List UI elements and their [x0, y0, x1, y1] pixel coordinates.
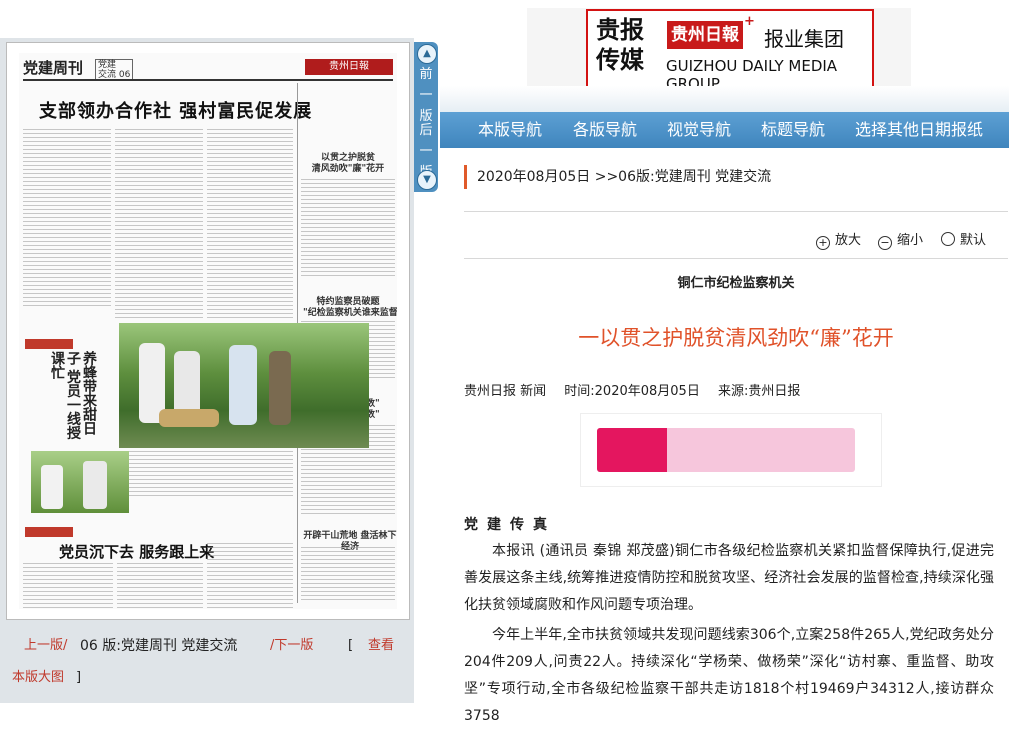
beekeeping-photo-small	[31, 451, 129, 513]
divider	[464, 258, 1008, 259]
minus-circle-icon: −	[878, 236, 892, 250]
current-edition-label: 06 版:党建周刊 党建交流	[80, 638, 238, 654]
article-title: 一以贯之护脱贫清风劲吹“廉”花开	[578, 326, 894, 350]
zoom-out-label: 缩小	[897, 233, 924, 248]
newspaper-page-image[interactable]: 党建周刊 党建 交流 06 贵州日報 支部领办合作社 强村富民促发展 以贯之护脱…	[19, 53, 397, 609]
zoom-controls: + 放大 − 缩小 默认	[464, 225, 1008, 255]
paper-header-code: 党建 交流 06	[95, 59, 134, 81]
circle-icon	[941, 232, 955, 246]
view-large-link[interactable]: 查看	[368, 630, 394, 662]
nav-shadow	[440, 86, 1009, 112]
paper-header-logo: 贵州日報	[305, 59, 393, 75]
nav-visual[interactable]: 视觉导航	[667, 112, 731, 148]
beekeeping-photo	[119, 323, 369, 448]
text-block	[301, 547, 395, 603]
paper-main-headline[interactable]: 支部领办合作社 强村富民促发展	[39, 97, 312, 123]
plus-circle-icon: +	[816, 236, 830, 250]
paper-col-headline-2[interactable]: 特约监察员破题 "纪检监察机关谁来监督"	[303, 297, 397, 319]
section-tag	[25, 527, 73, 537]
text-block	[115, 129, 203, 319]
chevron-up-icon[interactable]: ▲	[417, 44, 437, 64]
text-block	[207, 543, 293, 609]
nav-titles[interactable]: 标题导航	[761, 112, 825, 148]
article-kicker: 铜仁市纪检监察机关	[677, 276, 795, 291]
nav-all-editions[interactable]: 各版导航	[573, 112, 637, 148]
paper-header-title: 党建周刊	[23, 59, 84, 77]
paper-sub-headline[interactable]: 党员沉下去 服务跟上来	[59, 541, 214, 562]
article-paragraph-1: 本报讯 (通讯员 秦锦 郑茂盛)铜仁市各级纪检监察机关紧扣监督保障执行,促进完善…	[464, 543, 994, 613]
nav-other-dates[interactable]: 选择其他日期报纸	[855, 112, 983, 148]
zoom-in-label: 放大	[835, 233, 862, 248]
article-origin: 来源:贵州日报	[717, 384, 801, 399]
bracket-open: [	[348, 638, 354, 653]
newspaper-page-frame: 党建周刊 党建 交流 06 贵州日報 支部领办合作社 强村富民促发展 以贯之护脱…	[6, 42, 410, 620]
logo-plus: +	[744, 14, 755, 29]
article-time: 时间:2020年08月05日	[564, 384, 700, 399]
text-block	[23, 129, 111, 309]
edition-switch-tab: ▲ 前 一 版 后 一 版 ▼	[414, 42, 438, 192]
prev-edition-button[interactable]: 上一版/	[24, 630, 67, 662]
breadcrumb: 2020年08月05日 >>06版:党建周刊 党建交流	[464, 165, 771, 189]
chevron-down-icon[interactable]: ▼	[417, 170, 437, 190]
media-group-logo: 贵报 传媒 贵州日報 + 报业集团 GUIZHOU DAILY MEDIA GR…	[527, 8, 911, 93]
image-banner-accent	[597, 428, 667, 472]
article-paragraph-2: 今年上半年,全市扶贫领域共发现问题线索306个,立案258件265人,党纪政务处…	[464, 627, 994, 724]
zoom-in-button[interactable]: + 放大	[816, 229, 861, 250]
nav-this-edition[interactable]: 本版导航	[478, 112, 542, 148]
text-block	[117, 563, 203, 609]
bracket-close: ]	[76, 670, 82, 685]
paper-col-headline-1[interactable]: 以贯之护脱贫 清风劲吹"廉"花开	[303, 153, 393, 175]
logo-guizhou-ribao: 贵州日報	[667, 21, 743, 49]
zoom-default-button[interactable]: 默认	[941, 229, 986, 248]
section-tag	[25, 339, 73, 349]
text-block	[23, 563, 113, 609]
zoom-out-button[interactable]: − 缩小	[878, 229, 923, 250]
next-edition-button[interactable]: /下一版	[270, 630, 313, 662]
article-image	[580, 413, 882, 487]
prev-edition-link[interactable]: 前 一 版	[414, 64, 438, 127]
logo-baoye-jituan: 报业集团	[764, 27, 844, 51]
newspaper-panel: 党建周刊 党建 交流 06 贵州日報 支部领办合作社 强村富民促发展 以贯之护脱…	[0, 38, 414, 703]
logo-frame: 贵报 传媒 贵州日報 + 报业集团 GUIZHOU DAILY MEDIA GR…	[586, 9, 874, 93]
text-block	[301, 179, 395, 279]
text-block	[119, 451, 293, 499]
logo-guibao-chuanmei: 贵报 传媒	[596, 16, 644, 74]
divider	[464, 211, 1008, 212]
view-large-link-2[interactable]: 本版大图	[12, 662, 64, 694]
article-source: 贵州日报 新闻	[464, 384, 547, 399]
text-block	[207, 129, 293, 319]
paper-vertical-headline[interactable]: 养蜂带来甜日子 党员一线授课忙	[47, 351, 97, 441]
paper-header-rule	[23, 79, 393, 81]
bottom-edition-nav: 上一版/ 06 版:党建周刊 党建交流 /下一版 [ 查看 本版大图 ]	[6, 630, 414, 696]
zoom-default-label: 默认	[960, 233, 987, 248]
article-section-heading: 党建传真	[464, 517, 556, 533]
top-nav: 本版导航 各版导航 视觉导航 标题导航 选择其他日期报纸	[440, 112, 1009, 148]
article-meta: 贵州日报 新闻 时间:2020年08月05日 来源:贵州日报	[464, 380, 814, 399]
